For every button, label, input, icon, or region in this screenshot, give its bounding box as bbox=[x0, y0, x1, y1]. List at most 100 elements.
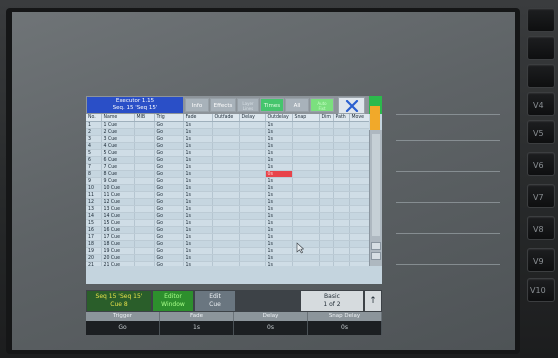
cell-dim[interactable] bbox=[319, 121, 334, 129]
cell-outfade[interactable] bbox=[212, 163, 240, 171]
cell-name[interactable]: 19 Cue bbox=[101, 247, 135, 255]
cell-fade[interactable]: 1s bbox=[183, 184, 213, 192]
table-row[interactable]: 11 11 Cue Go 1s 1s bbox=[86, 191, 369, 199]
cell-mib[interactable] bbox=[134, 219, 155, 227]
cell-move[interactable] bbox=[349, 240, 369, 248]
hardware-key[interactable] bbox=[527, 64, 555, 88]
table-row[interactable]: 22 Cue Go 1s 1s bbox=[86, 128, 369, 136]
cell-mib[interactable] bbox=[134, 254, 155, 262]
all-button[interactable]: All bbox=[285, 98, 309, 112]
cell-delay[interactable] bbox=[239, 205, 266, 213]
cell-move[interactable] bbox=[349, 170, 369, 178]
cell-name[interactable]: 16 Cue bbox=[101, 226, 135, 234]
cell-no[interactable]: 15 bbox=[86, 219, 102, 227]
cell-trig[interactable]: Go bbox=[154, 156, 184, 164]
cell-fade[interactable]: 1s bbox=[183, 163, 213, 171]
cell-name[interactable]: 2 Cue bbox=[101, 128, 135, 136]
cell-delay[interactable] bbox=[239, 156, 266, 164]
table-row[interactable]: 19 19 Cue Go 1s 1s bbox=[86, 247, 369, 255]
scroll-up-button[interactable] bbox=[371, 242, 381, 250]
table-row[interactable]: 16 16 Cue Go 1s 1s bbox=[86, 226, 369, 234]
cell-name[interactable]: 12 Cue bbox=[101, 198, 135, 206]
cell-snap[interactable] bbox=[292, 149, 320, 157]
cell-mib[interactable] bbox=[134, 149, 155, 157]
cell-move[interactable] bbox=[349, 184, 369, 192]
cell-outfade[interactable] bbox=[212, 156, 240, 164]
table-row[interactable]: 17 17 Cue Go 1s 1s bbox=[86, 233, 369, 241]
cell-delay[interactable] bbox=[239, 254, 266, 262]
cell-mib[interactable] bbox=[134, 233, 155, 241]
cell-move[interactable] bbox=[349, 247, 369, 255]
cell-trig[interactable]: Go bbox=[154, 135, 184, 143]
col-trig[interactable]: Trig bbox=[154, 114, 184, 122]
cell-dim[interactable] bbox=[319, 177, 334, 185]
cell-trig[interactable]: Go bbox=[154, 121, 184, 129]
cell-mib[interactable] bbox=[134, 212, 155, 220]
cell-outdelay[interactable]: 1s bbox=[265, 212, 293, 220]
cell-outdelay[interactable]: 1s bbox=[265, 142, 293, 150]
cell-name[interactable]: 10 Cue bbox=[101, 184, 135, 192]
cell-outdelay[interactable]: 1s bbox=[265, 240, 293, 248]
cell-delay[interactable] bbox=[239, 163, 266, 171]
table-row[interactable]: 10 10 Cue Go 1s 1s bbox=[86, 184, 369, 192]
cell-mib[interactable] bbox=[134, 142, 155, 150]
cell-snap[interactable] bbox=[292, 142, 320, 150]
cell-path[interactable] bbox=[333, 128, 350, 136]
cell-outdelay[interactable]: 1s bbox=[265, 191, 293, 199]
cell-path[interactable] bbox=[333, 247, 350, 255]
cell-path[interactable] bbox=[333, 135, 350, 143]
cell-name[interactable]: 7 Cue bbox=[101, 163, 135, 171]
cell-name[interactable]: 17 Cue bbox=[101, 233, 135, 241]
cell-outdelay[interactable]: 1s bbox=[265, 149, 293, 157]
cell-path[interactable] bbox=[333, 170, 350, 178]
cell-outfade[interactable] bbox=[212, 247, 240, 255]
cell-path[interactable] bbox=[333, 233, 350, 241]
table-row[interactable]: 21 21 Cue Go 1s 1s bbox=[86, 261, 369, 266]
table-row[interactable]: 44 Cue Go 1s 1s bbox=[86, 142, 369, 150]
sequence-status[interactable]: Seq 15 'Seq 15' Cue 8 bbox=[87, 291, 151, 311]
editor-window-button[interactable]: Editor Window bbox=[153, 291, 193, 311]
cell-name[interactable]: 11 Cue bbox=[101, 191, 135, 199]
cell-mib[interactable] bbox=[134, 240, 155, 248]
effects-button[interactable]: Effects bbox=[210, 98, 236, 112]
cell-dim[interactable] bbox=[319, 142, 334, 150]
col-no[interactable]: No. bbox=[86, 114, 102, 122]
cell-snap[interactable] bbox=[292, 170, 320, 178]
col-mib[interactable]: MIB bbox=[134, 114, 155, 122]
cell-no[interactable]: 9 bbox=[86, 177, 102, 185]
cell-snap[interactable] bbox=[292, 198, 320, 206]
cell-fade[interactable]: 1s bbox=[183, 205, 213, 213]
cell-name[interactable]: 20 Cue bbox=[101, 254, 135, 262]
cell-delay[interactable] bbox=[239, 184, 266, 192]
cell-path[interactable] bbox=[333, 212, 350, 220]
cell-outfade[interactable] bbox=[212, 226, 240, 234]
cell-move[interactable] bbox=[349, 142, 369, 150]
col-name[interactable]: Name bbox=[101, 114, 135, 122]
cell-no[interactable]: 2 bbox=[86, 128, 102, 136]
cell-name[interactable]: 21 Cue bbox=[101, 261, 135, 266]
times-button[interactable]: Times bbox=[260, 98, 284, 112]
layer-lines-button[interactable]: Layer Lines bbox=[237, 98, 259, 112]
cell-outfade[interactable] bbox=[212, 135, 240, 143]
side-tab-orange[interactable] bbox=[370, 106, 380, 130]
cell-mib[interactable] bbox=[134, 198, 155, 206]
cell-outdelay[interactable]: 1s bbox=[265, 254, 293, 262]
cell-path[interactable] bbox=[333, 254, 350, 262]
cell-trig[interactable]: Go bbox=[154, 254, 184, 262]
cell-outfade[interactable] bbox=[212, 170, 240, 178]
cell-mib[interactable] bbox=[134, 261, 155, 266]
cell-no[interactable]: 3 bbox=[86, 135, 102, 143]
cell-dim[interactable] bbox=[319, 247, 334, 255]
cell-delay[interactable] bbox=[239, 191, 266, 199]
cell-dim[interactable] bbox=[319, 128, 334, 136]
cell-delay[interactable] bbox=[239, 170, 266, 178]
cell-path[interactable] bbox=[333, 219, 350, 227]
table-row[interactable]: 15 15 Cue Go 1s 1s bbox=[86, 219, 369, 227]
cell-snap[interactable] bbox=[292, 121, 320, 129]
cell-dim[interactable] bbox=[319, 184, 334, 192]
cell-mib[interactable] bbox=[134, 191, 155, 199]
cell-trig[interactable]: Go bbox=[154, 205, 184, 213]
cell-fade[interactable]: 1s bbox=[183, 198, 213, 206]
encoder-value-trigger[interactable]: Go bbox=[86, 321, 160, 335]
cell-move[interactable] bbox=[349, 135, 369, 143]
